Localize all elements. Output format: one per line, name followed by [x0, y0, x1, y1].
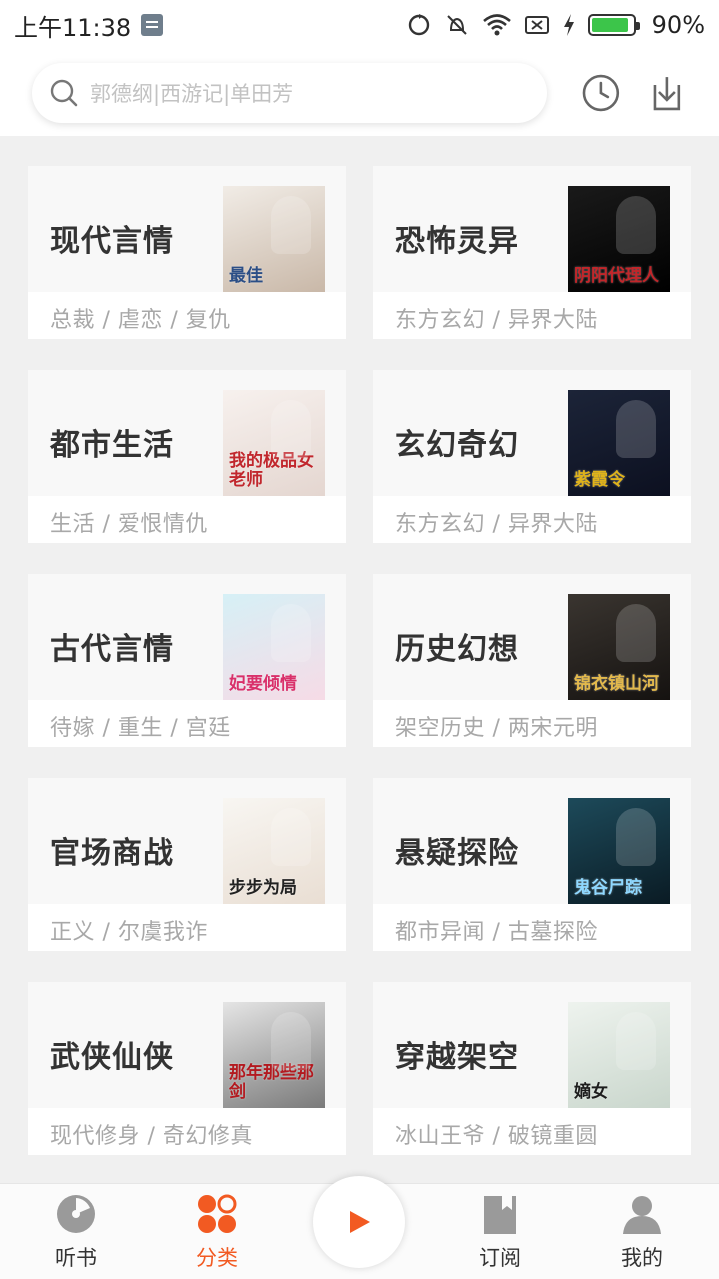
sim-none-icon [524, 16, 549, 34]
search-icon [50, 79, 78, 107]
vinyl-disc-icon [57, 1195, 95, 1233]
wifi-icon [482, 14, 511, 36]
nav-label: 订阅 [479, 1246, 521, 1270]
category-tags: 东方玄幻 / 异界大陆 [395, 512, 598, 537]
category-tags: 架空历史 / 两宋元明 [395, 716, 598, 741]
cover-title-art: 妃要倾情 [229, 674, 297, 694]
nav-item-me[interactable]: 我的 [592, 1184, 692, 1279]
notification-app-icon [141, 14, 164, 36]
category-tags: 正义 / 尔虞我诈 [50, 920, 208, 945]
category-name: 历史幻想 [395, 632, 519, 667]
book-cover-image: 嫡女 [568, 1002, 670, 1108]
category-name: 玄幻奇幻 [395, 428, 519, 463]
cover-title-art: 步步为局 [229, 878, 297, 898]
book-cover-image: 那年那些那剑 [223, 1002, 325, 1108]
cover-figure-art [271, 1012, 311, 1070]
cover-figure-art [616, 604, 656, 662]
cover-figure-art [271, 808, 311, 866]
book-cover-image: 最佳 [223, 186, 325, 292]
status-bar: 上午11:38 90% [0, 0, 719, 50]
category-card[interactable]: 古代言情 妃要倾情 待嫁 / 重生 / 宫廷 [28, 574, 346, 747]
category-name: 穿越架空 [395, 1040, 519, 1075]
user-icon [623, 1196, 661, 1234]
play-button[interactable] [313, 1176, 405, 1268]
cover-figure-art [616, 196, 656, 254]
category-name: 悬疑探险 [395, 836, 519, 871]
category-tags: 总裁 / 虐恋 / 复仇 [50, 308, 231, 333]
cover-figure-art [271, 196, 311, 254]
nav-label: 分类 [196, 1246, 238, 1270]
category-tags: 东方玄幻 / 异界大陆 [395, 308, 598, 333]
category-tags: 生活 / 爱恨情仇 [50, 512, 208, 537]
battery-percent: 90% [651, 11, 705, 39]
cover-figure-art [616, 1012, 656, 1070]
book-cover-image: 紫霞令 [568, 390, 670, 496]
category-card[interactable]: 穿越架空 嫡女 冰山王爷 / 破镜重圆 [373, 982, 691, 1155]
history-icon[interactable] [581, 73, 621, 113]
play-icon [350, 1211, 370, 1233]
cover-figure-art [271, 400, 311, 458]
download-icon[interactable] [647, 73, 687, 113]
category-grid: 现代言情 最佳 总裁 / 虐恋 / 复仇 恐怖灵异 阴阳代理人 东方玄幻 / 异… [28, 166, 691, 1155]
category-card[interactable]: 现代言情 最佳 总裁 / 虐恋 / 复仇 [28, 166, 346, 339]
mute-bell-icon [446, 15, 467, 35]
nav-item-category[interactable]: 分类 [167, 1184, 267, 1279]
search-placeholder: 郭德纲|西游记|单田芳 [90, 82, 294, 106]
category-name: 恐怖灵异 [395, 224, 519, 259]
cover-title-art: 鬼谷尸踪 [574, 878, 642, 898]
search-box[interactable]: 郭德纲|西游记|单田芳 [32, 63, 548, 123]
category-name: 官场商战 [50, 836, 174, 871]
category-card[interactable]: 恐怖灵异 阴阳代理人 东方玄幻 / 异界大陆 [373, 166, 691, 339]
cover-figure-art [616, 400, 656, 458]
cover-title-art: 那年那些那剑 [229, 1063, 314, 1102]
cover-figure-art [616, 808, 656, 866]
category-card[interactable]: 都市生活 我的极品女老师 生活 / 爱恨情仇 [28, 370, 346, 543]
cover-title-art: 紫霞令 [574, 470, 625, 490]
category-card[interactable]: 历史幻想 锦衣镇山河 架空历史 / 两宋元明 [373, 574, 691, 747]
cover-title-art: 阴阳代理人 [574, 266, 659, 286]
nav-label: 我的 [621, 1246, 663, 1270]
category-card[interactable]: 玄幻奇幻 紫霞令 东方玄幻 / 异界大陆 [373, 370, 691, 543]
category-name: 现代言情 [50, 224, 174, 259]
category-name: 古代言情 [50, 632, 174, 667]
category-card[interactable]: 武侠仙侠 那年那些那剑 现代修身 / 奇幻修真 [28, 982, 346, 1155]
cover-title-art: 最佳 [229, 266, 263, 286]
battery-fill [591, 18, 628, 32]
cover-title-art: 我的极品女老师 [229, 451, 314, 490]
book-cover-image: 我的极品女老师 [223, 390, 325, 496]
nav-item-subscribe[interactable]: 订阅 [450, 1184, 550, 1279]
cover-figure-art [271, 604, 311, 662]
status-time: 上午11:38 [14, 8, 164, 43]
category-tags: 都市异闻 / 古墓探险 [395, 920, 598, 945]
category-card[interactable]: 官场商战 步步为局 正义 / 尔虞我诈 [28, 778, 346, 951]
category-tags: 待嫁 / 重生 / 宫廷 [50, 716, 231, 741]
book-cover-image: 阴阳代理人 [568, 186, 670, 292]
battery-icon [587, 14, 640, 36]
nav-item-listen[interactable]: 听书 [26, 1184, 126, 1279]
category-card[interactable]: 悬疑探险 鬼谷尸踪 都市异闻 / 古墓探险 [373, 778, 691, 951]
category-tags: 冰山王爷 / 破镜重圆 [395, 1124, 598, 1149]
top-header: 郭德纲|西游记|单田芳 [0, 50, 719, 136]
book-cover-image: 步步为局 [223, 798, 325, 904]
category-name: 武侠仙侠 [50, 1040, 174, 1075]
book-cover-image: 妃要倾情 [223, 594, 325, 700]
charging-icon [563, 14, 574, 36]
cover-title-art: 锦衣镇山河 [574, 674, 659, 694]
category-tags: 现代修身 / 奇幻修真 [50, 1124, 253, 1149]
bookmark-book-icon [484, 1196, 516, 1234]
book-cover-image: 锦衣镇山河 [568, 594, 670, 700]
category-name: 都市生活 [50, 428, 174, 463]
category-grid-icon [198, 1194, 237, 1233]
sync-icon [408, 14, 429, 36]
book-cover-image: 鬼谷尸踪 [568, 798, 670, 904]
nav-label: 听书 [55, 1246, 97, 1270]
cover-title-art: 嫡女 [574, 1082, 608, 1102]
clock-text: 上午11:38 [14, 13, 132, 42]
